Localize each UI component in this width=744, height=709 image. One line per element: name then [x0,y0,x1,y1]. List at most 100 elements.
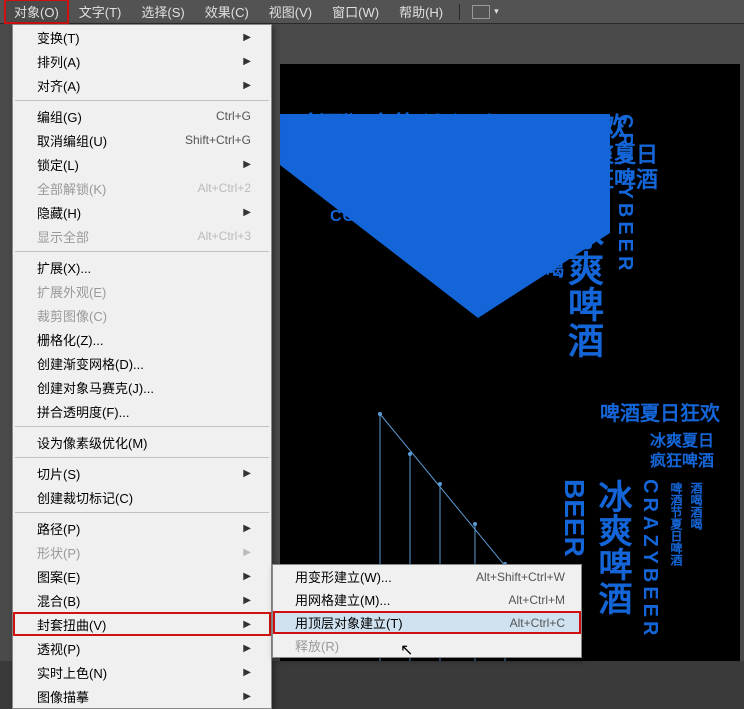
arrange-documents-icon[interactable] [472,5,490,19]
menu-item: 形状(P) ▶ [13,540,271,564]
menu-item-label: 隐藏(H) [37,203,235,222]
menu-select[interactable]: 选择(S) [131,0,194,24]
menu-separator [15,512,269,513]
menu-item-label: 全部解锁(K) [37,179,168,198]
menu-item-label: 编组(G) [37,107,186,126]
submenu-arrow-icon: ▶ [243,468,251,479]
submenu-item[interactable]: 用网格建立(M)... Alt+Ctrl+M [273,588,581,611]
menu-item: 显示全部 Alt+Ctrl+3 [13,224,271,248]
submenu-item-label: 用网格建立(M)... [295,590,478,609]
menu-item-label: 变换(T) [37,28,235,47]
menu-item[interactable]: 创建对象马赛克(J)... [13,375,271,399]
menu-item[interactable]: 封套扭曲(V) ▶ [13,612,271,636]
menu-item-label: 拼合透明度(F)... [37,402,251,421]
menu-item-label: 切片(S) [37,464,235,483]
submenu-item-label: 用顶层对象建立(T) [295,613,480,632]
menu-separator [15,100,269,101]
menu-item[interactable]: 创建渐变网格(D)... [13,351,271,375]
menu-item: 裁剪图像(C) [13,303,271,327]
menu-item[interactable]: 编组(G) Ctrl+G [13,104,271,128]
menu-shortcut: Alt+Ctrl+M [508,593,565,607]
menu-item[interactable]: 拼合透明度(F)... [13,399,271,423]
menu-item-label: 显示全部 [37,227,168,246]
submenu-item: 释放(R) [273,634,581,657]
menu-item-label: 锁定(L) [37,155,235,174]
menu-item-label: 图案(E) [37,567,235,586]
menu-shortcut: Alt+Ctrl+2 [198,181,251,195]
submenu-item-label: 释放(R) [295,636,565,655]
submenu-arrow-icon: ▶ [243,667,251,678]
menu-shortcut: Ctrl+G [216,109,251,123]
menu-item-label: 路径(P) [37,519,235,538]
menu-view[interactable]: 视图(V) [259,0,322,24]
menu-item[interactable]: 栅格化(Z)... [13,327,271,351]
menu-item[interactable]: 对齐(A)▶ [13,73,271,97]
menu-separator [15,457,269,458]
menu-shortcut: Alt+Shift+Ctrl+W [476,570,565,584]
menu-item-label: 透视(P) [37,639,235,658]
menu-item[interactable]: 隐藏(H) ▶ [13,200,271,224]
menu-type[interactable]: 文字(T) [69,0,132,24]
menu-item[interactable]: 实时上色(N) ▶ [13,660,271,684]
submenu-arrow-icon: ▶ [243,56,251,67]
menu-item-label: 混合(B) [37,591,235,610]
submenu-arrow-icon: ▶ [243,547,251,558]
menu-item[interactable]: 锁定(L) ▶ [13,152,271,176]
menu-item-label: 创建裁切标记(C) [37,488,251,507]
submenu-arrow-icon: ▶ [243,32,251,43]
submenu-arrow-icon: ▶ [243,571,251,582]
menu-item-label: 扩展(X)... [37,258,251,277]
menubar: 对象(O) 文字(T) 选择(S) 效果(C) 视图(V) 窗口(W) 帮助(H… [0,0,744,24]
menu-item[interactable]: 切片(S) ▶ [13,461,271,485]
submenu-arrow-icon: ▶ [243,207,251,218]
menu-separator [15,426,269,427]
menu-item[interactable]: 混合(B) ▶ [13,588,271,612]
menu-item[interactable]: 取消编组(U) Shift+Ctrl+G [13,128,271,152]
submenu-arrow-icon: ▶ [243,619,251,630]
submenu-arrow-icon: ▶ [243,595,251,606]
menubar-divider [459,4,460,20]
menu-item-label: 创建渐变网格(D)... [37,354,251,373]
submenu-arrow-icon: ▶ [243,691,251,702]
submenu-item-label: 用变形建立(W)... [295,567,446,586]
submenu-item[interactable]: 用顶层对象建立(T) Alt+Ctrl+C [273,611,581,634]
menu-item-label: 实时上色(N) [37,663,235,682]
menu-item: 扩展外观(E) [13,279,271,303]
submenu-arrow-icon: ▶ [243,643,251,654]
menu-item[interactable]: 创建裁切标记(C) [13,485,271,509]
menu-item[interactable]: 图像描摹 ▶ [13,684,271,708]
menu-item[interactable]: 图案(E) ▶ [13,564,271,588]
object-menu-dropdown: 变换(T)▶排列(A)▶对齐(A)▶编组(G)Ctrl+G取消编组(U)Shif… [12,24,272,709]
menu-separator [15,251,269,252]
menu-item[interactable]: 变换(T) ▶ [13,25,271,49]
menu-shortcut: Shift+Ctrl+G [185,133,251,147]
envelope-distort-submenu: 用变形建立(W)... Alt+Shift+Ctrl+W 用网格建立(M)... Al… [272,564,582,658]
menu-item-label: 扩展外观(E) [37,282,251,301]
menu-shortcut: Alt+Ctrl+3 [198,229,251,243]
menu-item-label: 创建对象马赛克(J)... [37,378,251,397]
menu-item[interactable]: 扩展(X)... [13,255,271,279]
menu-item-label: 排列(A) [37,52,235,71]
submenu-arrow-icon: ▶ [243,523,251,534]
submenu-item[interactable]: 用变形建立(W)... Alt+Shift+Ctrl+W [273,565,581,588]
menu-item[interactable]: 路径(P) ▶ [13,516,271,540]
chevron-down-icon[interactable]: ▾ [494,6,499,17]
menu-item[interactable]: 设为像素级优化(M) [13,430,271,454]
menu-item[interactable]: 排列(A) ▶ [13,49,271,73]
menu-window[interactable]: 窗口(W) [322,0,389,24]
menu-item-label: 设为像素级优化(M) [37,433,251,452]
menu-effect[interactable]: 效果(C) [195,0,259,24]
menu-item: 全部解锁(K) Alt+Ctrl+2 [13,176,271,200]
menu-item[interactable]: 透视(P) ▶ [13,636,271,660]
menu-item-label: 对齐(A) [37,76,235,95]
menu-item-label: 栅格化(Z)... [37,330,251,349]
menu-item-label: 图像描摹 [37,687,235,706]
menu-shortcut: Alt+Ctrl+C [510,616,565,630]
menu-help[interactable]: 帮助(H) [389,0,453,24]
menu-item-label: 裁剪图像(C) [37,306,251,325]
submenu-arrow-icon: ▶ [243,159,251,170]
menu-item-label: 封套扭曲(V) [37,615,235,634]
menu-item-label: 取消编组(U) [37,131,155,150]
menu-object[interactable]: 对象(O) [4,0,69,24]
menu-item-label: 形状(P) [37,543,235,562]
